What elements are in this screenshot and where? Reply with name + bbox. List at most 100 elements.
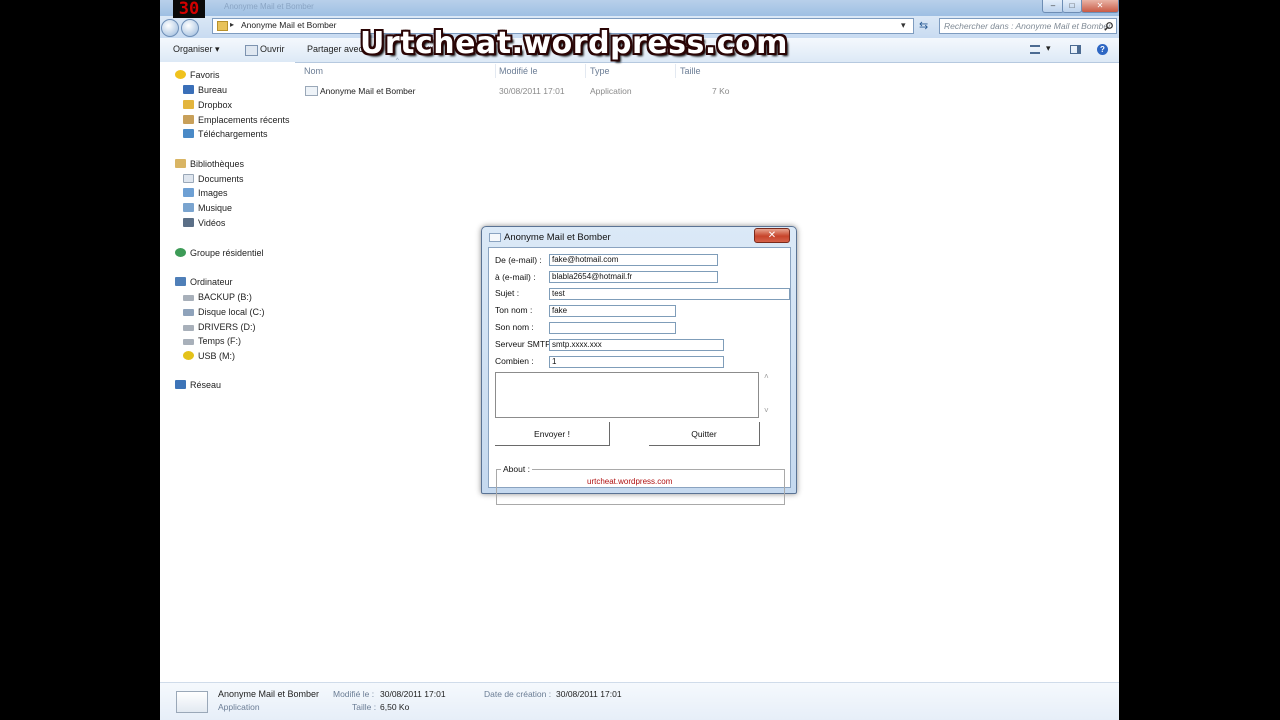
details-created-label: Date de création : bbox=[484, 689, 552, 699]
sidebar-item-downloads[interactable]: Téléchargements bbox=[183, 128, 268, 141]
sidebar-item-images[interactable]: Images bbox=[183, 187, 228, 200]
sidebar-item-favorites[interactable]: Favoris bbox=[175, 69, 220, 82]
videos-icon bbox=[183, 218, 194, 227]
sidebar-item-bureau[interactable]: Bureau bbox=[183, 84, 227, 97]
search-input[interactable]: Rechercher dans : Anonyme Mail et Bomber bbox=[939, 18, 1117, 34]
smtp-label: Serveur SMTP bbox=[495, 339, 551, 349]
drive-icon bbox=[183, 295, 194, 301]
navigation-buttons bbox=[161, 18, 201, 38]
sidebar-item-local-disk[interactable]: Disque local (C:) bbox=[183, 306, 265, 319]
breadcrumb[interactable]: Anonyme Mail et Bomber bbox=[241, 20, 336, 30]
about-link[interactable]: urtcheat.wordpress.com bbox=[587, 477, 672, 486]
details-created-value: 30/08/2011 17:01 bbox=[556, 689, 622, 699]
fps-counter: 30 bbox=[173, 0, 205, 19]
refresh-icon[interactable]: ⇆ bbox=[919, 19, 928, 32]
minimize-button[interactable]: – bbox=[1042, 0, 1064, 13]
sidebar-item-videos[interactable]: Vidéos bbox=[183, 217, 225, 230]
breadcrumb-separator[interactable]: ▸ bbox=[230, 20, 234, 29]
their-name-field[interactable] bbox=[549, 322, 676, 334]
details-modified-label: Modifié le : bbox=[333, 689, 375, 699]
chevron-down-icon: ▾ bbox=[215, 44, 220, 54]
dialog-close-button[interactable]: ✕ bbox=[754, 228, 790, 243]
back-button[interactable] bbox=[161, 19, 179, 37]
file-modified: 30/08/2011 17:01 bbox=[499, 86, 565, 96]
message-body-textarea[interactable] bbox=[495, 372, 759, 418]
drive-icon bbox=[183, 339, 194, 345]
sidebar-item-recent[interactable]: Emplacements récents bbox=[183, 114, 290, 127]
homegroup-icon bbox=[175, 248, 186, 257]
scroll-down-icon[interactable]: ˅ bbox=[764, 406, 769, 415]
help-icon[interactable]: ? bbox=[1097, 44, 1108, 55]
sidebar-item-computer[interactable]: Ordinateur bbox=[175, 276, 233, 289]
column-separator bbox=[675, 64, 676, 78]
sidebar-item-network[interactable]: Réseau bbox=[175, 379, 221, 392]
sidebar-item-dropbox[interactable]: Dropbox bbox=[183, 99, 232, 112]
details-size-label: Taille : bbox=[352, 702, 377, 712]
details-modified-value: 30/08/2011 17:01 bbox=[380, 689, 446, 699]
count-field[interactable]: 1 bbox=[549, 356, 724, 368]
library-icon bbox=[175, 159, 186, 168]
column-header-type[interactable]: Type bbox=[590, 66, 610, 76]
organize-menu[interactable]: Organiser ▾ bbox=[173, 43, 220, 55]
desktop-icon bbox=[183, 85, 194, 94]
watermark: Urtcheat.wordpress.com bbox=[360, 26, 788, 61]
about-label: About : bbox=[501, 464, 532, 474]
scroll-up-icon[interactable]: ˄ bbox=[764, 372, 769, 381]
navigation-pane: Favoris Bureau Dropbox Emplacements réce… bbox=[160, 62, 295, 682]
details-file-type: Application bbox=[218, 702, 260, 712]
network-icon bbox=[175, 380, 186, 389]
from-email-field[interactable]: fake@hotmail.com bbox=[549, 254, 718, 266]
column-separator bbox=[495, 64, 496, 78]
address-dropdown-icon[interactable]: ▾ bbox=[901, 20, 906, 31]
application-large-icon bbox=[176, 691, 208, 713]
maximize-button[interactable]: □ bbox=[1062, 0, 1082, 13]
count-label: Combien : bbox=[495, 356, 534, 366]
images-icon bbox=[183, 188, 194, 197]
sidebar-item-usb[interactable]: USB (M:) bbox=[183, 350, 235, 363]
details-size-value: 6,50 Ko bbox=[380, 702, 410, 712]
mail-bomber-dialog: Anonyme Mail et Bomber ✕ De (e-mail) : f… bbox=[481, 226, 797, 505]
column-header-modified[interactable]: Modifié le bbox=[499, 66, 538, 76]
send-button[interactable]: Envoyer ! bbox=[495, 422, 610, 446]
about-groupbox: About : urtcheat.wordpress.com bbox=[496, 464, 785, 505]
to-email-field[interactable]: blabla2654@hotmail.fr bbox=[549, 271, 718, 283]
usb-drive-icon bbox=[183, 351, 194, 360]
view-options-icon[interactable] bbox=[1030, 45, 1040, 54]
open-button[interactable]: Ouvrir bbox=[260, 43, 285, 55]
window-icon bbox=[489, 233, 501, 242]
smtp-server-field[interactable]: smtp.xxxx.xxx bbox=[549, 339, 724, 351]
sidebar-item-music[interactable]: Musique bbox=[183, 202, 232, 215]
forward-button[interactable] bbox=[181, 19, 199, 37]
sidebar-item-temps[interactable]: Temps (F:) bbox=[183, 335, 241, 348]
file-size: 7 Ko bbox=[712, 86, 730, 96]
share-menu[interactable]: Partager avec bbox=[307, 43, 363, 55]
folder-icon bbox=[217, 21, 228, 31]
sidebar-item-backup[interactable]: BACKUP (B:) bbox=[183, 291, 252, 304]
view-dropdown-icon[interactable]: ▾ bbox=[1046, 43, 1051, 54]
subject-field[interactable]: test bbox=[549, 288, 790, 300]
your-name-field[interactable]: fake bbox=[549, 305, 676, 317]
search-icon[interactable] bbox=[1104, 22, 1113, 31]
search-placeholder: Rechercher dans : Anonyme Mail et Bomber bbox=[944, 21, 1111, 31]
sidebar-item-homegroup[interactable]: Groupe résidentiel bbox=[175, 247, 264, 260]
quit-button[interactable]: Quitter bbox=[649, 422, 760, 446]
column-header-name[interactable]: Nom bbox=[304, 66, 323, 76]
close-window-button[interactable]: ✕ bbox=[1081, 0, 1119, 13]
from-label: De (e-mail) : bbox=[495, 255, 542, 265]
documents-icon bbox=[183, 174, 194, 183]
system-drive-icon bbox=[183, 309, 194, 316]
column-header-size[interactable]: Taille bbox=[680, 66, 701, 76]
sidebar-item-libraries[interactable]: Bibliothèques bbox=[175, 158, 244, 171]
file-type: Application bbox=[590, 86, 632, 96]
application-icon bbox=[305, 86, 318, 96]
sidebar-item-documents[interactable]: Documents bbox=[183, 173, 244, 186]
star-icon bbox=[175, 70, 186, 79]
sidebar-item-drivers[interactable]: DRIVERS (D:) bbox=[183, 321, 256, 334]
file-name: Anonyme Mail et Bomber bbox=[320, 86, 416, 96]
title-bar: Anonyme Mail et Bomber – □ ✕ bbox=[160, 0, 1119, 16]
their-name-label: Son nom : bbox=[495, 322, 534, 332]
recent-places-icon bbox=[183, 115, 194, 124]
preview-pane-icon[interactable] bbox=[1070, 45, 1081, 54]
to-label: à (e-mail) : bbox=[495, 272, 536, 282]
details-pane: Anonyme Mail et Bomber Application Modif… bbox=[160, 682, 1119, 720]
